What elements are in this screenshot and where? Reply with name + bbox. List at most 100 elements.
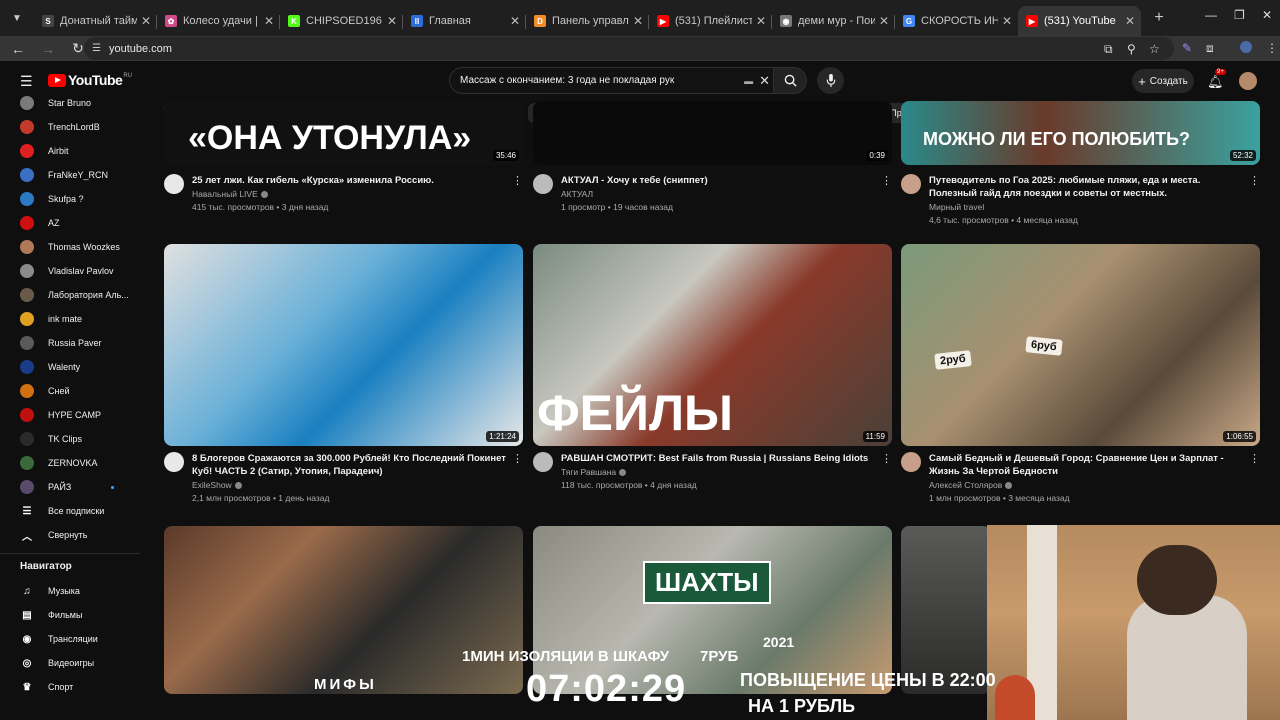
sidebar-item-subscription[interactable]: РАЙЗ	[0, 475, 140, 499]
video-title[interactable]: РАВШАН СМОТРИТ: Best Fails from Russia |…	[561, 452, 879, 465]
sidebar-item-subscription[interactable]: Airbit	[0, 139, 140, 163]
sidebar-item-subscription[interactable]: Лаборатория Аль...	[0, 283, 140, 307]
browser-tab[interactable]: ▶ (531) Плейлист с но ✕	[649, 6, 772, 36]
video-thumbnail[interactable]: МОЖНО ЛИ ЕГО ПОЛЮБИТЬ? 52:32	[901, 101, 1260, 165]
sidebar-item-subscription[interactable]: Thomas Woozkes	[0, 235, 140, 259]
hamburger-menu-icon[interactable]: ☰	[20, 73, 33, 90]
browser-menu-icon[interactable]: ⋮	[1266, 41, 1278, 55]
forward-button[interactable]: →	[36, 37, 60, 61]
browser-tab[interactable]: ▶ (531) YouTube ✕	[1018, 6, 1141, 36]
sidebar-item-subscription[interactable]: Russia Paver	[0, 331, 140, 355]
sidebar-item-subscription[interactable]: HYPE CAMP	[0, 403, 140, 427]
video-title[interactable]: 25 лет лжи. Как гибель «Курска» изменила…	[192, 174, 510, 187]
tab-search-button[interactable]: ▼	[0, 4, 34, 32]
browser-tab[interactable]: G СКОРОСТЬ ИНТЕРН ✕	[895, 6, 1018, 36]
notifications-button[interactable]: 🔔︎ 9+	[1207, 69, 1226, 91]
new-tab-button[interactable]: +	[1145, 4, 1173, 32]
channel-avatar[interactable]	[901, 452, 921, 472]
sidebar-item-navigator[interactable]: ♛ Спорт	[0, 675, 140, 699]
video-title[interactable]: 8 Блогеров Сражаются за 300.000 Рублей! …	[192, 452, 510, 478]
more-options-icon[interactable]: ⋮	[1249, 174, 1260, 187]
video-thumbnail[interactable]: МИФЫ	[164, 526, 523, 694]
more-options-icon[interactable]: ⋮	[1249, 452, 1260, 465]
bookmark-star-icon[interactable]: ☆	[1149, 42, 1160, 56]
browser-tab[interactable]: II Главная ✕	[403, 6, 526, 36]
search-button[interactable]	[773, 67, 807, 94]
sidebar-item-subscription[interactable]: Walenty	[0, 355, 140, 379]
browser-tab[interactable]: ◉ деми мур - Поиск в ✕	[772, 6, 895, 36]
channel-avatar[interactable]	[533, 174, 553, 194]
sidebar-item-subscription[interactable]: ink mate	[0, 307, 140, 331]
more-options-icon[interactable]: ⋮	[881, 452, 892, 465]
restore-icon[interactable]: ❐	[1234, 8, 1245, 22]
sidebar-item-subscription[interactable]: TK Clips	[0, 427, 140, 451]
sidebar-item-subscription[interactable]: Star Bruno	[0, 91, 140, 115]
channel-name[interactable]: Алексей Столяров	[929, 480, 1013, 490]
back-button[interactable]: ←	[6, 37, 30, 61]
close-window-icon[interactable]: ✕	[1262, 8, 1272, 22]
channel-avatar[interactable]	[901, 174, 921, 194]
voice-search-button[interactable]	[817, 67, 844, 94]
keyboard-icon[interactable]: ▬	[744, 76, 753, 86]
sidebar-item-subscription[interactable]: Skufpa ?	[0, 187, 140, 211]
channel-avatar[interactable]	[533, 452, 553, 472]
browser-tab[interactable]: ✿ Колесо удачи | Опре ✕	[157, 6, 280, 36]
create-button[interactable]: + Создать	[1132, 69, 1194, 93]
channel-name[interactable]: Навальный LIVE	[192, 189, 268, 199]
sidebar-item-subscription[interactable]: ZERNOVKA	[0, 451, 140, 475]
tab-close-icon[interactable]: ✕	[633, 14, 643, 28]
site-info-icon[interactable]: ☰	[92, 43, 101, 54]
browser-tab[interactable]: K CHIPSOED196 Stream ✕	[280, 6, 403, 36]
extensions-puzzle-icon[interactable]: ⧈	[1206, 41, 1214, 56]
more-options-icon[interactable]: ⋮	[512, 174, 523, 187]
minimize-icon[interactable]: —	[1205, 8, 1217, 22]
address-bar[interactable]: ☰ youtube.com ⧉ ⚲ ☆	[84, 37, 1174, 60]
more-options-icon[interactable]: ⋮	[512, 452, 523, 465]
video-thumbnail[interactable]: 1:21:24	[164, 244, 523, 446]
browser-tab[interactable]: S Донатный таймер (н ✕	[34, 6, 157, 36]
sidebar-item-navigator[interactable]: ▤ Фильмы	[0, 603, 140, 627]
tab-close-icon[interactable]: ✕	[1125, 14, 1135, 28]
more-options-icon[interactable]: ⋮	[881, 174, 892, 187]
sidebar-item-subscription[interactable]: FraNkeY_RCN	[0, 163, 140, 187]
video-thumbnail[interactable]	[901, 526, 991, 694]
sidebar-item-navigator[interactable]: ◎ Видеоигры	[0, 651, 140, 675]
youtube-logo[interactable]: YouTube RU	[48, 72, 132, 88]
tab-close-icon[interactable]: ✕	[510, 14, 520, 28]
browser-tab[interactable]: D Панель управления ✕	[526, 6, 649, 36]
video-title[interactable]: АКТУАЛ - Хочу к тебе (сниппет)	[561, 174, 879, 187]
tab-close-icon[interactable]: ✕	[879, 14, 889, 28]
tab-close-icon[interactable]: ✕	[1002, 14, 1012, 28]
sidebar-item-subscription[interactable]: Vladislav Pavlov	[0, 259, 140, 283]
sidebar-item-subscription[interactable]: AZ	[0, 211, 140, 235]
video-title[interactable]: Самый Бедный и Дешевый Город: Сравнение …	[929, 452, 1247, 478]
channel-name[interactable]: Мирный travel	[929, 202, 984, 212]
profile-avatar-icon[interactable]	[1240, 41, 1252, 53]
sidebar-item-subscription[interactable]: Сней	[0, 379, 140, 403]
channel-name[interactable]: Тяги Равшана	[561, 467, 627, 477]
tab-close-icon[interactable]: ✕	[264, 14, 274, 28]
channel-avatar[interactable]	[164, 452, 184, 472]
cast-icon[interactable]: ⧉	[1104, 42, 1113, 57]
video-thumbnail[interactable]: ФЕЙЛЫ 11:59	[533, 244, 892, 446]
account-avatar[interactable]	[1239, 72, 1257, 90]
sidebar-item-subscription[interactable]: TrenchLordB	[0, 115, 140, 139]
zoom-icon[interactable]: ⚲	[1127, 42, 1136, 56]
video-thumbnail[interactable]: 1:06:55 2руб 6руб	[901, 244, 1260, 446]
video-title[interactable]: Путеводитель по Гоа 2025: любимые пляжи,…	[929, 174, 1247, 200]
tab-close-icon[interactable]: ✕	[756, 14, 766, 28]
channel-avatar[interactable]	[164, 174, 184, 194]
sidebar-item-navigator[interactable]: ◉ Трансляции	[0, 627, 140, 651]
video-thumbnail[interactable]: 0:39	[533, 101, 892, 165]
sidebar-collapse[interactable]: ︿ Свернуть	[0, 523, 140, 547]
clear-search-icon[interactable]: ✕	[759, 73, 770, 89]
sidebar-all-subscriptions[interactable]: ☰ Все подписки	[0, 499, 140, 523]
channel-name[interactable]: ExileShow	[192, 480, 242, 490]
sidebar-item-navigator[interactable]: ♫ Музыка	[0, 579, 140, 603]
tab-close-icon[interactable]: ✕	[387, 14, 397, 28]
search-input[interactable]: Массаж с окончанием: 3 года не покладая …	[449, 67, 779, 94]
tab-close-icon[interactable]: ✕	[141, 14, 151, 28]
channel-name[interactable]: АКТУАЛ	[561, 189, 593, 199]
extension-pen-icon[interactable]: ✎	[1182, 41, 1192, 55]
video-thumbnail[interactable]: «ОНА УТОНУЛА» 35:46	[164, 101, 523, 165]
